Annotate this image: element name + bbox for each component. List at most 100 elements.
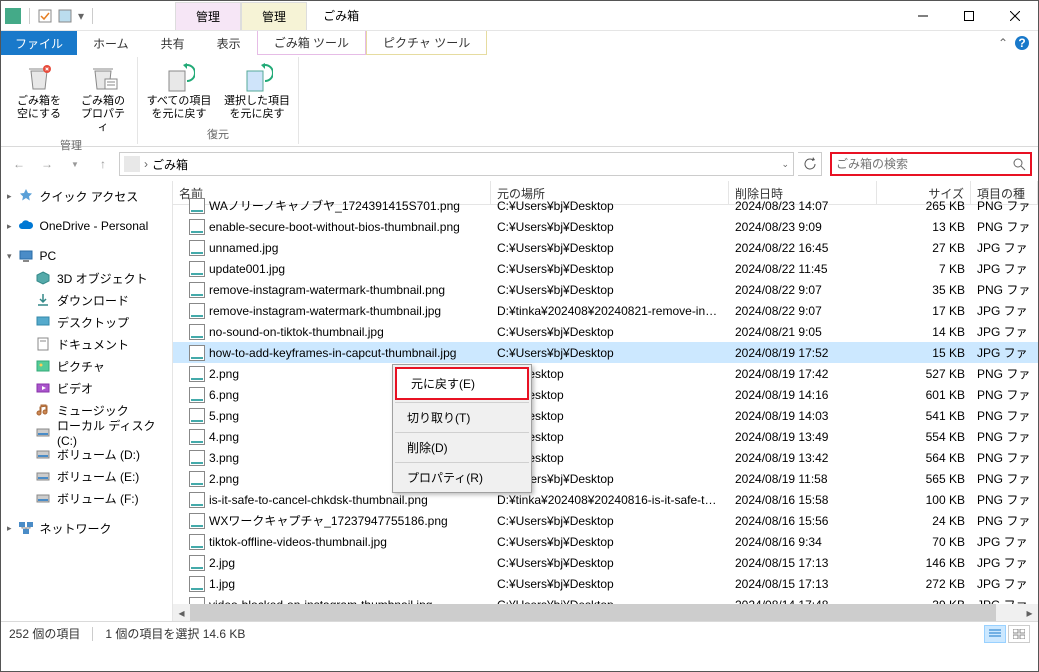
file-row[interactable]: remove-instagram-watermark-thumbnail.jpg…	[173, 300, 1038, 321]
view-details-button[interactable]	[984, 625, 1006, 643]
qat-checkbox-icon[interactable]	[38, 9, 52, 23]
sidebar-item[interactable]: デスクトップ	[1, 311, 172, 333]
file-row[interactable]: remove-instagram-watermark-thumbnail.png…	[173, 279, 1038, 300]
sidebar-onedrive[interactable]: ▸ OneDrive - Personal	[1, 215, 172, 237]
file-row[interactable]: video-blocked-on-instagram-thumbnail.jpg…	[173, 594, 1038, 604]
file-row[interactable]: 6.png¥bj¥Desktop2024/08/19 14:16601 KBPN…	[173, 384, 1038, 405]
breadcrumb-location[interactable]: ごみ箱	[152, 156, 188, 173]
file-row[interactable]: 2.pngC:¥Users¥bj¥Desktop2024/08/19 11:58…	[173, 468, 1038, 489]
context-cut[interactable]: 切り取り(T)	[393, 403, 531, 432]
folder-icon	[35, 358, 51, 374]
context-properties[interactable]: プロパティ(R)	[393, 463, 531, 492]
app-icon	[5, 8, 21, 24]
context-delete[interactable]: 削除(D)	[393, 433, 531, 462]
horizontal-scrollbar[interactable]: ◂ ▸	[173, 604, 1038, 621]
sidebar-item[interactable]: ボリューム (E:)	[1, 465, 172, 487]
address-bar[interactable]: › ごみ箱 ⌄	[119, 152, 794, 176]
file-icon	[189, 345, 205, 361]
address-dropdown-icon[interactable]: ⌄	[781, 159, 789, 170]
tab-view[interactable]: 表示	[201, 31, 257, 55]
scroll-left-icon[interactable]: ◂	[173, 604, 190, 621]
tab-share[interactable]: 共有	[145, 31, 201, 55]
contextual-tab-manage-2[interactable]: 管理	[241, 2, 307, 30]
file-row[interactable]: 2.png¥bj¥Desktop2024/08/19 17:42527 KBPN…	[173, 363, 1038, 384]
window-title: ごみ箱	[307, 1, 375, 30]
file-row[interactable]: tiktok-offline-videos-thumbnail.jpgC:¥Us…	[173, 531, 1038, 552]
navigation-bar: ← → ▼ ↑ › ごみ箱 ⌄	[1, 147, 1038, 181]
restore-all-icon	[163, 61, 195, 93]
minimize-button[interactable]	[900, 1, 946, 31]
folder-icon	[35, 468, 51, 484]
search-icon[interactable]	[1012, 157, 1026, 171]
file-icon	[189, 429, 205, 445]
file-row[interactable]: enable-secure-boot-without-bios-thumbnai…	[173, 216, 1038, 237]
folder-icon	[35, 380, 51, 396]
file-row[interactable]: 3.png¥bj¥Desktop2024/08/19 13:42564 KBPN…	[173, 447, 1038, 468]
nav-forward[interactable]: →	[35, 152, 59, 176]
ribbon-bin-properties[interactable]: ごみ箱の プロパティ	[73, 57, 133, 137]
sidebar-item[interactable]: 3D オブジェクト	[1, 267, 172, 289]
search-input[interactable]	[836, 157, 1012, 171]
qat-item-icon[interactable]	[58, 9, 72, 23]
sidebar-pc[interactable]: ▾ PC	[1, 245, 172, 267]
file-row[interactable]: no-sound-on-tiktok-thumbnail.jpgC:¥Users…	[173, 321, 1038, 342]
sidebar-item[interactable]: ボリューム (F:)	[1, 487, 172, 509]
file-row[interactable]: 4.png¥bj¥Desktop2024/08/19 13:49554 KBPN…	[173, 426, 1038, 447]
file-row[interactable]: WAノリーノキャノブヤ_1724391415S701.pngC:¥Users¥b…	[173, 195, 1038, 216]
file-icon	[189, 471, 205, 487]
nav-back[interactable]: ←	[7, 152, 31, 176]
sidebar-item[interactable]: ダウンロード	[1, 289, 172, 311]
sidebar-network[interactable]: ▸ ネットワーク	[1, 517, 172, 539]
file-icon	[189, 198, 205, 214]
status-item-count: 252 個の項目	[9, 625, 80, 642]
file-icon	[189, 261, 205, 277]
ribbon-tabs: ファイル ホーム 共有 表示 ごみ箱 ツール ピクチャ ツール ⌃ ?	[1, 31, 1038, 55]
nav-up[interactable]: ↑	[91, 152, 115, 176]
file-row[interactable]: 1.jpgC:¥Users¥bj¥Desktop2024/08/15 17:13…	[173, 573, 1038, 594]
file-row[interactable]: 5.png¥bj¥Desktop2024/08/19 14:03541 KBPN…	[173, 405, 1038, 426]
tab-recycle-tools[interactable]: ごみ箱 ツール	[257, 31, 366, 55]
view-thumbnails-button[interactable]	[1008, 625, 1030, 643]
tab-file[interactable]: ファイル	[1, 31, 77, 55]
scroll-thumb[interactable]	[190, 604, 996, 621]
file-row[interactable]: update001.jpgC:¥Users¥bj¥Desktop2024/08/…	[173, 258, 1038, 279]
file-row[interactable]: WXワークキャプチャ_17237947755186.pngC:¥Users¥bj…	[173, 510, 1038, 531]
star-icon	[18, 188, 34, 204]
contextual-tab-manage-1[interactable]: 管理	[175, 2, 241, 30]
ribbon-restore-all[interactable]: すべての項目 を元に戻す	[142, 57, 216, 126]
breadcrumb-separator-icon[interactable]: ›	[140, 157, 152, 171]
tab-home[interactable]: ホーム	[77, 31, 145, 55]
file-icon	[189, 366, 205, 382]
sidebar-item[interactable]: ビデオ	[1, 377, 172, 399]
maximize-button[interactable]	[946, 1, 992, 31]
file-row[interactable]: unnamed.jpgC:¥Users¥bj¥Desktop2024/08/22…	[173, 237, 1038, 258]
sidebar-item[interactable]: ドキュメント	[1, 333, 172, 355]
ribbon: ごみ箱を 空にする ごみ箱の プロパティ 管理 すべての項目 を元に戻す 選択し…	[1, 55, 1038, 147]
context-restore[interactable]: 元に戻す(E)	[395, 367, 529, 400]
file-row[interactable]: how-to-add-keyframes-in-capcut-thumbnail…	[173, 342, 1038, 363]
scroll-right-icon[interactable]: ▸	[1021, 604, 1038, 621]
file-row[interactable]: 2.jpgC:¥Users¥bj¥Desktop2024/08/15 17:13…	[173, 552, 1038, 573]
close-button[interactable]	[992, 1, 1038, 31]
sidebar-quick-access[interactable]: ▸ クイック アクセス	[1, 185, 172, 207]
file-row[interactable]: is-it-safe-to-cancel-chkdsk-thumbnail.pn…	[173, 489, 1038, 510]
sidebar-item[interactable]: ピクチャ	[1, 355, 172, 377]
titlebar: ▾ 管理 管理 ごみ箱	[1, 1, 1038, 31]
folder-icon	[35, 424, 51, 440]
ribbon-restore-selected[interactable]: 選択した項目 を元に戻す	[220, 57, 294, 126]
qat-dropdown-icon[interactable]: ▾	[78, 9, 84, 23]
nav-recent-dropdown[interactable]: ▼	[63, 152, 87, 176]
search-box[interactable]	[830, 152, 1032, 176]
folder-icon	[35, 336, 51, 352]
file-icon	[189, 555, 205, 571]
sidebar-item[interactable]: ローカル ディスク (C:)	[1, 421, 172, 443]
ribbon-empty-bin[interactable]: ごみ箱を 空にする	[9, 57, 69, 137]
ribbon-collapse-icon[interactable]: ⌃	[998, 36, 1008, 50]
tab-picture-tools[interactable]: ピクチャ ツール	[366, 31, 487, 55]
file-list-pane: 名前 元の場所 削除日時 サイズ 項目の種 WAノリーノキャノブヤ_172439…	[173, 181, 1038, 621]
refresh-button[interactable]	[798, 152, 822, 176]
help-icon[interactable]: ?	[1014, 35, 1030, 51]
pc-icon	[18, 248, 34, 264]
ribbon-group-restore: 復元	[207, 126, 229, 144]
file-icon	[189, 387, 205, 403]
